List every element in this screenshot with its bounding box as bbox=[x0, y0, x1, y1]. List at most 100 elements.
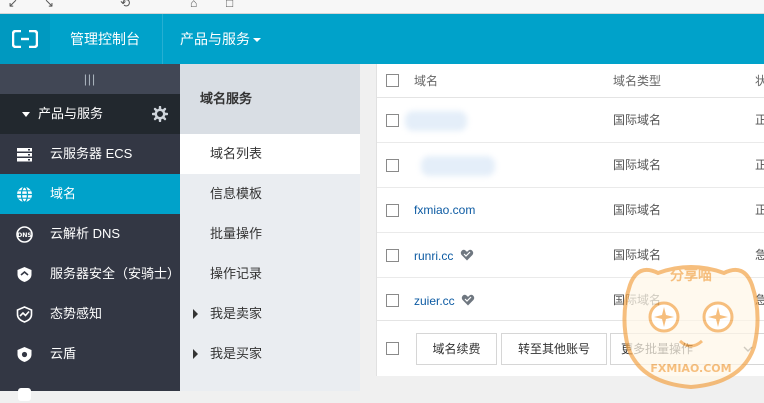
column-header-domain-type: 域名类型 bbox=[613, 74, 662, 88]
more-batch-operations-dropdown[interactable]: 更多批量操作 bbox=[610, 333, 764, 365]
domain-link[interactable]: runri.cc bbox=[414, 249, 453, 263]
subnav-item-info-template[interactable]: 信息模板 bbox=[180, 174, 360, 214]
sidebar-item-label: 云解析 DNS bbox=[50, 226, 121, 241]
sidebar-section-products[interactable]: 产品与服务 bbox=[0, 94, 180, 134]
main-content: 域名 域名类型 状 国际域名 正 国际域名 正 fxmiao.com 国际域名 … bbox=[360, 64, 764, 391]
gear-icon[interactable] bbox=[152, 106, 168, 122]
domain-cell: runri.cc bbox=[414, 233, 474, 279]
table-row: 国际域名 正 bbox=[377, 98, 764, 143]
top-divider bbox=[162, 14, 163, 64]
column-header-domain: 域名 bbox=[414, 74, 439, 88]
top-navigation-bar: 管理控制台 产品与服务 bbox=[0, 14, 764, 64]
redacted-domain bbox=[421, 156, 495, 176]
sidebar-item-ecs[interactable]: 云服务器 ECS bbox=[0, 134, 180, 174]
redacted-domain bbox=[405, 111, 467, 131]
status-cell: 急 bbox=[755, 293, 764, 307]
products-services-label: 产品与服务 bbox=[180, 31, 250, 47]
heart-badge-icon bbox=[462, 294, 475, 306]
subnav-item-label: 操作记录 bbox=[210, 266, 263, 281]
trend-icon bbox=[16, 306, 33, 323]
aliyun-logo-icon bbox=[12, 30, 38, 48]
subnav-title: 域名服务 bbox=[180, 64, 360, 134]
domain-link[interactable]: zuier.cc bbox=[414, 294, 455, 308]
subnav-item-i-am-buyer[interactable]: 我是买家 bbox=[180, 334, 360, 374]
server-icon bbox=[17, 148, 32, 162]
table-row: 国际域名 正 bbox=[377, 143, 764, 188]
status-cell: 正 bbox=[755, 113, 764, 127]
transfer-account-button[interactable]: 转至其他账号 bbox=[501, 333, 607, 365]
dns-icon: DNS bbox=[16, 226, 33, 243]
sidebar-item-dns[interactable]: DNS 云解析 DNS bbox=[0, 214, 180, 254]
batch-operations-label: 更多批量操作 bbox=[621, 342, 694, 356]
sidebar-item-label: 态势感知 bbox=[50, 306, 103, 321]
table-row: zuier.cc 国际域名 急 bbox=[377, 278, 764, 323]
row-checkbox[interactable] bbox=[386, 159, 399, 172]
subnav-item-i-am-seller[interactable]: 我是卖家 bbox=[180, 294, 360, 334]
products-services-menu[interactable]: 产品与服务 bbox=[180, 14, 261, 64]
domain-cell: zuier.cc bbox=[414, 278, 475, 324]
domain-type-cell: 国际域名 bbox=[613, 248, 662, 262]
heart-badge-icon bbox=[460, 249, 474, 261]
subnav-item-label: 我是卖家 bbox=[210, 306, 263, 321]
console-link[interactable]: 管理控制台 bbox=[70, 14, 140, 64]
shield-icon bbox=[17, 267, 32, 282]
domain-type-cell: 国际域名 bbox=[613, 293, 662, 307]
subnav-item-label: 批量操作 bbox=[210, 226, 263, 241]
domain-type-cell: 国际域名 bbox=[613, 158, 662, 172]
domain-type-cell: 国际域名 bbox=[613, 203, 662, 217]
sidebar-item-label: 云服务器 ECS bbox=[50, 146, 133, 161]
caret-right-icon bbox=[193, 309, 198, 319]
domain-link[interactable]: fxmiao.com bbox=[414, 188, 475, 233]
sidebar-item-partial[interactable] bbox=[0, 374, 180, 401]
domain-type-cell: 国际域名 bbox=[613, 113, 662, 127]
browser-toolbar-strip: ↙ ↘ ⟲ ⌂ □ bbox=[0, 0, 764, 14]
subnav-item-domain-list[interactable]: 域名列表 bbox=[180, 134, 360, 174]
column-header-status: 状 bbox=[755, 74, 764, 88]
sidebar-item-label: 域名 bbox=[50, 186, 77, 201]
status-cell: 正 bbox=[755, 203, 764, 217]
chevron-down-icon bbox=[743, 346, 753, 352]
cloud-shield-icon bbox=[17, 347, 32, 362]
sidebar-collapse-toggle[interactable]: ||| bbox=[0, 64, 180, 94]
row-checkbox[interactable] bbox=[386, 294, 399, 307]
caret-right-icon bbox=[193, 349, 198, 359]
footer-select-all-checkbox[interactable] bbox=[386, 342, 399, 355]
bookmark-icon[interactable]: □ bbox=[226, 0, 233, 10]
subnav-item-operation-log[interactable]: 操作记录 bbox=[180, 254, 360, 294]
sidebar-item-server-security[interactable]: 服务器安全（安骑士） bbox=[0, 254, 180, 294]
home-icon[interactable]: ⌂ bbox=[190, 0, 197, 10]
sidebar-section-label: 产品与服务 bbox=[38, 106, 104, 121]
forward-arrow-icon[interactable]: ↘ bbox=[44, 0, 54, 10]
select-all-checkbox[interactable] bbox=[386, 74, 399, 87]
status-cell: 正 bbox=[755, 158, 764, 172]
row-checkbox[interactable] bbox=[386, 204, 399, 217]
domain-service-subnav: 域名服务 域名列表 信息模板 批量操作 操作记录 我是卖家 我是买家 bbox=[180, 64, 360, 391]
subnav-item-label: 我是买家 bbox=[210, 346, 263, 361]
subnav-item-label: 信息模板 bbox=[210, 186, 263, 201]
sidebar-item-domain[interactable]: 域名 bbox=[0, 174, 180, 214]
table-row: fxmiao.com 国际域名 正 bbox=[377, 188, 764, 233]
globe-icon bbox=[17, 186, 32, 203]
table-row: runri.cc 国际域名 急 bbox=[377, 233, 764, 278]
sidebar: ||| 产品与服务 云服务器 ECS 域名 DNS 云解析 DNS 服务器安全（… bbox=[0, 64, 180, 401]
domain-list-panel: 域名 域名类型 状 国际域名 正 国际域名 正 fxmiao.com 国际域名 … bbox=[376, 64, 764, 376]
status-cell: 急 bbox=[755, 248, 764, 262]
reload-icon[interactable]: ⟲ bbox=[120, 0, 130, 10]
sidebar-item-label: 云盾 bbox=[50, 346, 77, 361]
row-checkbox[interactable] bbox=[386, 249, 399, 262]
subnav-item-batch-operation[interactable]: 批量操作 bbox=[180, 214, 360, 254]
chevron-down-icon bbox=[253, 38, 261, 43]
sidebar-item-situation-awareness[interactable]: 态势感知 bbox=[0, 294, 180, 334]
row-checkbox[interactable] bbox=[386, 114, 399, 127]
aliyun-logo[interactable] bbox=[0, 14, 50, 64]
back-arrow-icon[interactable]: ↙ bbox=[8, 0, 18, 10]
truncated-icon bbox=[18, 388, 31, 401]
sidebar-item-cloud-shield[interactable]: 云盾 bbox=[0, 334, 180, 374]
table-footer-actions: 域名续费 转至其他账号 更多批量操作 bbox=[377, 320, 764, 376]
renew-domain-button[interactable]: 域名续费 bbox=[416, 333, 497, 365]
subnav-item-label: 域名列表 bbox=[210, 146, 263, 161]
caret-down-icon bbox=[22, 112, 30, 118]
sidebar-item-label: 服务器安全（安骑士） bbox=[50, 266, 181, 281]
table-header: 域名 域名类型 状 bbox=[377, 64, 764, 98]
svg-text:DNS: DNS bbox=[17, 232, 32, 239]
